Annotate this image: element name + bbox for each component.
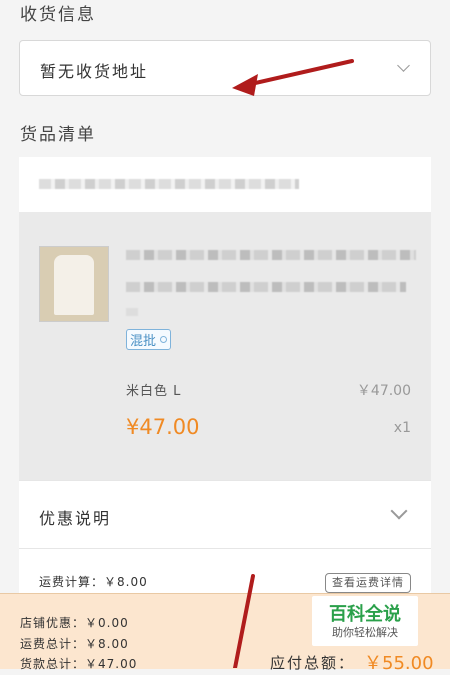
annotation-arrow-top (232, 59, 354, 96)
annotation-arrows (232, 59, 354, 668)
annotation-arrow-bottom (233, 574, 255, 668)
